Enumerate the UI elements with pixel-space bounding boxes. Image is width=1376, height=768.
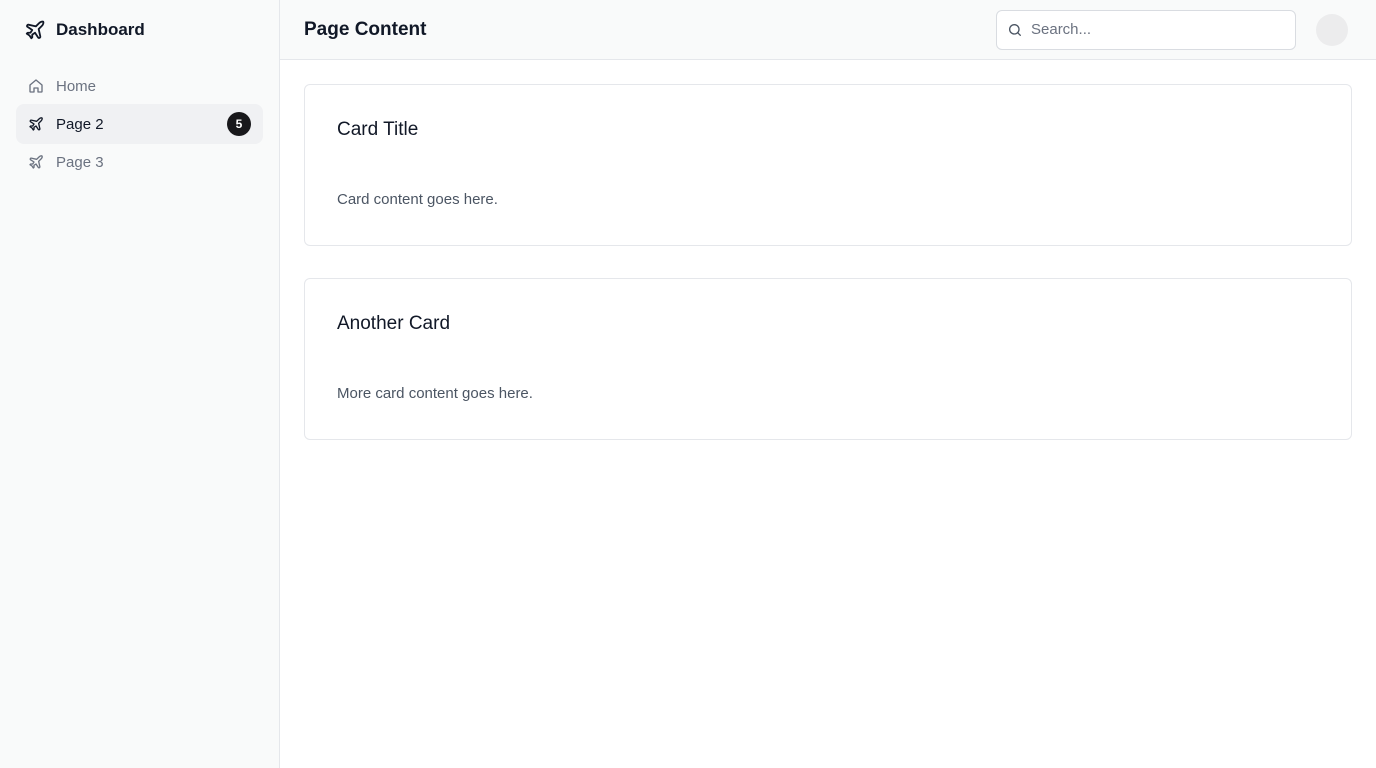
brand-title: Dashboard: [56, 20, 145, 39]
card-title: Card Title: [337, 119, 419, 140]
sidebar-nav: Home Page 2 5 Page 3: [0, 60, 279, 180]
card: Card Title Card content goes here.: [304, 84, 1352, 246]
notification-badge: 5: [227, 112, 251, 136]
avatar[interactable]: [1316, 13, 1348, 46]
sidebar-item-label: Page 2: [56, 115, 104, 133]
card-body: More card content goes here.: [337, 385, 533, 402]
plane-icon: [28, 116, 44, 132]
app-shell: Dashboard Home Page 2 5 Page 3 Page Cont…: [0, 0, 1376, 768]
sidebar: Dashboard Home Page 2 5 Page 3: [0, 0, 280, 768]
brand[interactable]: Dashboard: [0, 0, 279, 60]
sidebar-item-page-3[interactable]: Page 3: [16, 142, 263, 182]
search-box[interactable]: [996, 9, 1296, 50]
page-title: Page Content: [304, 18, 427, 40]
plane-icon: [24, 19, 46, 41]
top-header: Page Content: [280, 0, 1376, 60]
card-title: Another Card: [337, 313, 451, 334]
search-input[interactable]: [1031, 21, 1285, 38]
search-icon: [1007, 22, 1023, 38]
card-body: Card content goes here.: [337, 191, 498, 208]
sidebar-item-page-2[interactable]: Page 2 5: [16, 104, 263, 144]
home-icon: [28, 78, 44, 94]
sidebar-item-label: Home: [56, 77, 97, 95]
main-area: Page Content Card Title Card content goe…: [280, 0, 1376, 768]
page-content: Card Title Card content goes here. Anoth…: [280, 60, 1376, 464]
card: Another Card More card content goes here…: [304, 278, 1352, 440]
sidebar-item-home[interactable]: Home: [16, 66, 263, 106]
sidebar-item-label: Page 3: [56, 153, 104, 171]
plane-icon: [28, 154, 44, 170]
